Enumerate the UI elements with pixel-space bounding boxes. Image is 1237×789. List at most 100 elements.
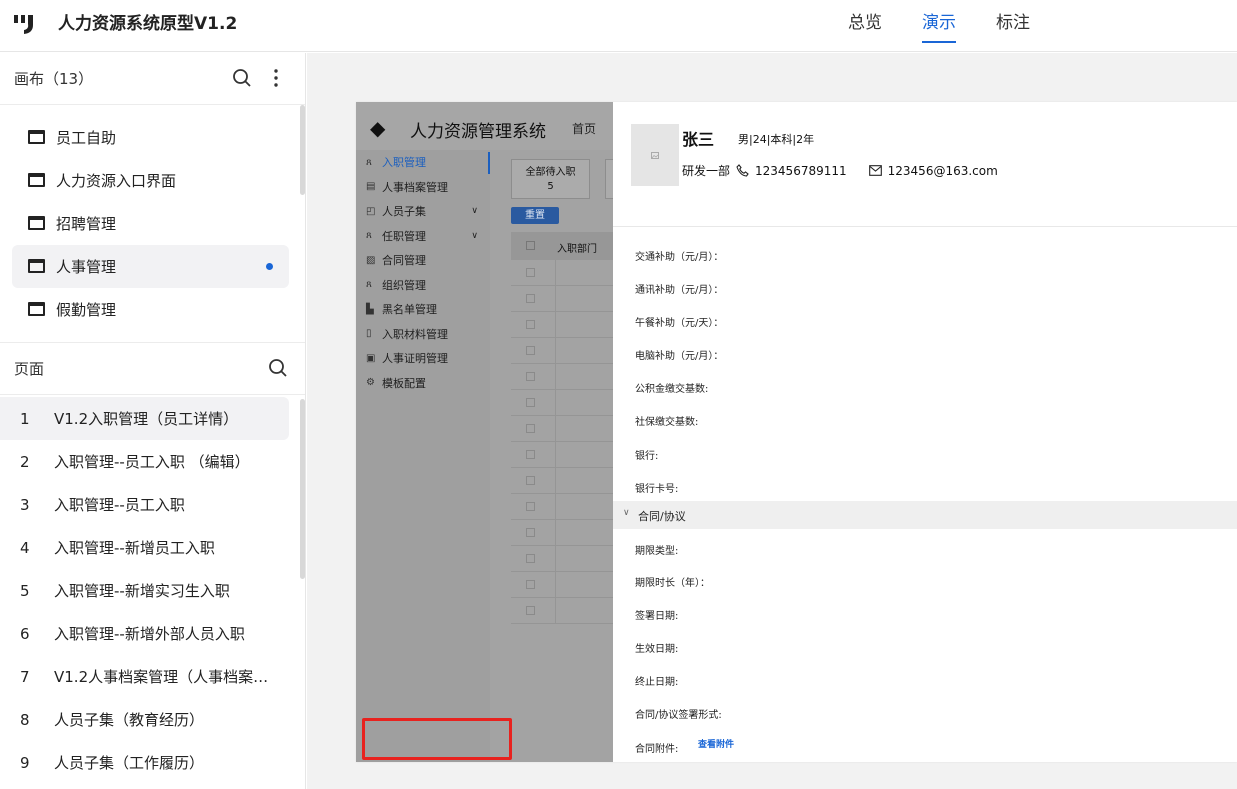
- tab-annotate[interactable]: 标注: [996, 8, 1030, 43]
- contract-icon: ▨: [366, 254, 376, 266]
- canvas-item[interactable]: 员工自助: [12, 116, 289, 159]
- row-checkbox[interactable]: [526, 528, 535, 537]
- chevron-down-icon: ∨: [471, 230, 478, 241]
- row-checkbox[interactable]: [526, 424, 535, 433]
- page-item[interactable]: 9 人员子集（工作履历）: [0, 741, 289, 784]
- canvas-list: 员工自助 人力资源入口界面 招聘管理 人事管理 假勤管理: [0, 105, 305, 343]
- highlight-box: [362, 718, 512, 760]
- table-row[interactable]: [511, 390, 613, 416]
- table-row[interactable]: [511, 468, 613, 494]
- employee-phone: 123456789111: [755, 163, 847, 178]
- row-checkbox[interactable]: [526, 450, 535, 459]
- page-item[interactable]: 3 入职管理--员工入职: [0, 483, 289, 526]
- image-icon: [651, 151, 659, 159]
- employee-contact-line: 研发一部 123456789111 123456@163.com: [682, 162, 998, 179]
- employee-meta: 男|24|本科|2年: [738, 133, 815, 146]
- table-row[interactable]: [511, 364, 613, 390]
- table-row[interactable]: [511, 338, 613, 364]
- row-checkbox[interactable]: [526, 502, 535, 511]
- field-effective-date: 生效日期:: [635, 644, 679, 655]
- user-icon: ጸ: [366, 156, 372, 168]
- canvas-item-active[interactable]: 人事管理: [12, 245, 289, 288]
- table-row[interactable]: [511, 494, 613, 520]
- row-checkbox[interactable]: [526, 268, 535, 277]
- select-all-checkbox[interactable]: [526, 241, 535, 250]
- field-term-type: 期限类型:: [635, 546, 679, 557]
- row-checkbox[interactable]: [526, 346, 535, 355]
- menu-item-materials[interactable]: ▯ 入职材料管理: [356, 322, 490, 347]
- row-checkbox[interactable]: [526, 294, 535, 303]
- page-item[interactable]: 5 入职管理--新增实习生入职: [0, 569, 289, 612]
- table-row[interactable]: [511, 286, 613, 312]
- canvas-item[interactable]: 人力资源入口界面: [12, 159, 289, 202]
- field-computer-allowance: 电脑补助（元/月）：: [635, 351, 724, 362]
- window-icon: [28, 216, 45, 230]
- diamond-logo-icon: ◆: [370, 116, 386, 140]
- table-row[interactable]: [511, 598, 613, 624]
- table-row[interactable]: [511, 572, 613, 598]
- row-checkbox[interactable]: [526, 580, 535, 589]
- contract-section-header[interactable]: ∨ 合同/协议: [613, 501, 1237, 529]
- row-checkbox[interactable]: [526, 372, 535, 381]
- row-checkbox[interactable]: [526, 398, 535, 407]
- menu-item-organization[interactable]: ጸ 组织管理: [356, 273, 490, 298]
- row-checkbox[interactable]: [526, 554, 535, 563]
- field-term-length: 期限时长（年）：: [635, 578, 710, 589]
- divider: [613, 226, 1237, 227]
- settings-icon: ⚙: [366, 377, 375, 389]
- canvas-item[interactable]: 假勤管理: [12, 288, 289, 331]
- search-icon[interactable]: [268, 358, 288, 378]
- window-icon: [28, 302, 45, 316]
- field-end-date: 终止日期:: [635, 677, 679, 688]
- table-row[interactable]: [511, 442, 613, 468]
- certificate-icon: ▣: [366, 352, 376, 364]
- field-lunch-allowance: 午餐补助（元/天）：: [635, 318, 724, 329]
- table-row[interactable]: [511, 260, 613, 286]
- view-attachment-link[interactable]: 查看附件: [698, 737, 734, 750]
- menu-item-onboarding[interactable]: ጸ 入职管理: [356, 150, 490, 175]
- tab-overview[interactable]: 总览: [848, 8, 882, 43]
- page-item-active[interactable]: 1 V1.2入职管理（员工详情）: [0, 397, 289, 440]
- sidebar: 画布（13） 员工自助 人力资源入口界面 招聘管理 人事管理 假勤管理 页面 1…: [0, 53, 306, 789]
- page-item[interactable]: 6 入职管理--新增外部人员入职: [0, 612, 289, 655]
- employee-detail-panel: 张三 男|24|本科|2年 研发一部 123456789111 123456@1…: [613, 102, 1237, 762]
- more-vertical-icon[interactable]: [266, 68, 286, 88]
- canvas-item[interactable]: 招聘管理: [12, 202, 289, 245]
- search-icon[interactable]: [232, 68, 252, 88]
- page-item[interactable]: 7 V1.2人事档案管理（人事档案…: [0, 655, 289, 698]
- preview-canvas: ◆ 人力资源管理系统 首页 ጸ 入职管理 ▤ 人事档案管理 ◰ 人员子集 ∨ ጸ 任职管理…: [307, 53, 1237, 789]
- table-header: 入职部门: [511, 232, 613, 260]
- page-item[interactable]: 8 人员子集（教育经历）: [0, 698, 289, 741]
- reset-button[interactable]: 重置: [511, 207, 559, 224]
- app-logo-icon: [14, 15, 33, 34]
- page-list-scrollbar[interactable]: [300, 399, 305, 579]
- menu-item-appointment[interactable]: ጸ 任职管理 ∨: [356, 224, 490, 249]
- menu-item-certificates[interactable]: ▣ 人事证明管理: [356, 346, 490, 371]
- canvas-section-title: 画布（13）: [14, 70, 94, 88]
- table-row[interactable]: [511, 520, 613, 546]
- menu-item-personnel-files[interactable]: ▤ 人事档案管理: [356, 175, 490, 200]
- page-item[interactable]: 2 入职管理--员工入职 （编辑）: [0, 440, 289, 483]
- canvas-section-header: 画布（13）: [0, 53, 305, 105]
- row-checkbox[interactable]: [526, 320, 535, 329]
- menu-item-contract[interactable]: ▨ 合同管理: [356, 248, 490, 273]
- canvas-list-scrollbar[interactable]: [300, 105, 305, 195]
- row-checkbox[interactable]: [526, 606, 535, 615]
- menu-item-templates[interactable]: ⚙ 模板配置: [356, 371, 490, 396]
- row-checkbox[interactable]: [526, 476, 535, 485]
- field-sign-form: 合同/协议签署形式:: [635, 710, 722, 721]
- page-item[interactable]: 4 入职管理--新增员工入职: [0, 526, 289, 569]
- pending-onboarding-card[interactable]: 全部待入职 5: [511, 159, 590, 199]
- app-title: 人力资源系统原型V1.2: [58, 14, 238, 34]
- table-row[interactable]: [511, 546, 613, 572]
- chevron-down-icon: ∨: [623, 508, 630, 518]
- table-row[interactable]: [511, 312, 613, 338]
- table-row[interactable]: [511, 416, 613, 442]
- chevron-down-icon: ∨: [471, 206, 478, 217]
- tab-present[interactable]: 演示: [922, 8, 956, 43]
- employee-email: 123456@163.com: [887, 163, 998, 178]
- menu-item-blacklist[interactable]: ▙ 黑名单管理: [356, 297, 490, 322]
- home-link[interactable]: 首页: [572, 120, 596, 137]
- prototype-header: ◆ 人力资源管理系统 首页: [356, 102, 613, 152]
- menu-item-personnel-subset[interactable]: ◰ 人员子集 ∨: [356, 199, 490, 224]
